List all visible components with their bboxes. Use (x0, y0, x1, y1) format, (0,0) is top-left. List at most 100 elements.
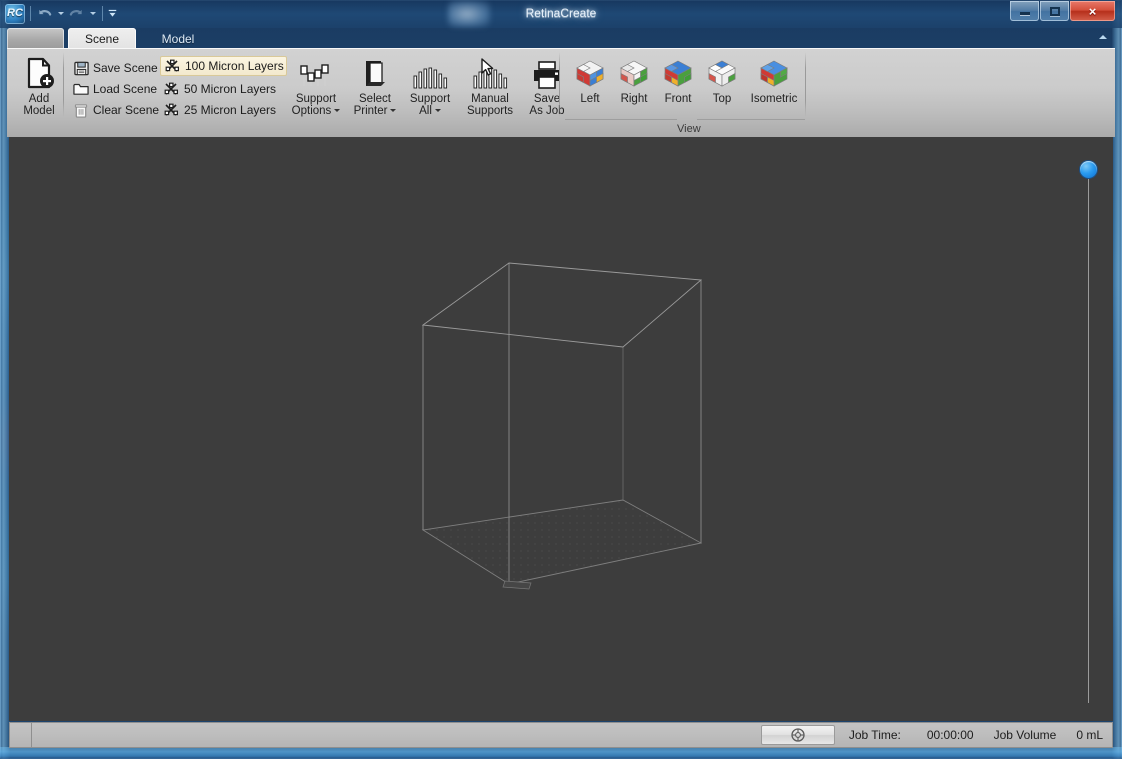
clear-scene-label: Clear Scene (93, 103, 160, 117)
close-icon: × (1088, 3, 1097, 19)
manual-supports-label: Manual Supports (466, 93, 514, 117)
background-blur-artifact (448, 1, 490, 27)
3d-viewport[interactable] (9, 137, 1113, 721)
viewcube-front-icon (661, 56, 695, 90)
close-button[interactable]: × (1070, 1, 1115, 21)
status-bar-info: Job Time: 00:00:00 Job Volume 0 mL (760, 722, 1113, 748)
tab-scene[interactable]: Scene (68, 28, 136, 49)
job-volume-value: 0 mL (1076, 728, 1103, 742)
printer-box-icon (361, 56, 389, 90)
tab-scene-label: Scene (84, 31, 120, 46)
view-right-label: Right (620, 93, 648, 105)
chevron-down-icon[interactable] (390, 109, 397, 113)
rotate-button[interactable] (760, 725, 835, 745)
title-bar[interactable]: RC RetinaCreate × (0, 0, 1122, 39)
maximize-button[interactable] (1040, 1, 1069, 21)
quick-access-toolbar: RC (5, 3, 117, 24)
folder-icon (72, 81, 90, 97)
minimize-button[interactable] (1010, 1, 1039, 21)
maximize-icon (1049, 6, 1060, 16)
viewcube-left-icon (573, 56, 607, 90)
support-all-button[interactable]: Support All (403, 56, 457, 117)
zoom-slider[interactable] (1079, 161, 1099, 706)
save-scene-button[interactable]: Save Scene (69, 58, 158, 78)
support-all-label: Support All (409, 93, 451, 117)
save-icon (72, 60, 90, 76)
undo-dropdown[interactable] (56, 5, 65, 22)
view-isometric-button[interactable]: Isometric (743, 56, 805, 105)
save-as-job-button[interactable]: Save As Job (523, 56, 571, 117)
sliders-icon (299, 56, 333, 90)
save-scene-label: Save Scene (93, 61, 158, 75)
window-controls: × (1009, 1, 1115, 22)
select-printer-label: Select Printer (354, 93, 397, 117)
support-options-label: Support Options (292, 93, 341, 117)
layer-25-micron-button[interactable]: 25 Micron Layers (160, 100, 287, 120)
ribbon-tab-strip: Scene Model (0, 27, 1122, 49)
add-model-button[interactable]: Add Model (10, 56, 68, 117)
layers-icon (163, 102, 181, 118)
job-volume-label: Job Volume (993, 728, 1057, 742)
application-window: RC RetinaCreate × Scene Model Add Model … (0, 0, 1122, 759)
viewcube-isometric-icon (757, 56, 791, 90)
undo-button[interactable] (36, 5, 53, 22)
app-logo-icon[interactable]: RC (5, 3, 25, 24)
add-model-label: Add Model (23, 93, 55, 117)
group-separator-3 (805, 52, 806, 117)
view-right-button[interactable]: Right (611, 56, 657, 105)
chevron-down-icon[interactable] (434, 109, 441, 113)
view-top-label: Top (712, 93, 732, 105)
cursor-supports-icon (468, 56, 512, 90)
tab-blank[interactable] (7, 28, 64, 49)
layer-50-micron-label: 50 Micron Layers (184, 82, 277, 96)
trash-icon (72, 102, 90, 118)
clear-scene-button[interactable]: Clear Scene (69, 100, 159, 120)
status-bar: Job Time: 00:00:00 Job Volume 0 mL (9, 722, 1113, 748)
view-group-underline-left (565, 119, 677, 120)
chevron-down-icon[interactable] (334, 109, 341, 113)
redo-button[interactable] (68, 5, 85, 22)
layer-25-micron-label: 25 Micron Layers (184, 103, 277, 117)
build-plate-grid (423, 500, 701, 584)
tab-model-label: Model (161, 31, 195, 46)
build-plate-front-tab (502, 580, 532, 590)
support-options-button[interactable]: Support Options (285, 56, 347, 117)
job-time-value: 00:00:00 (926, 728, 974, 742)
qat-separator-1 (30, 6, 31, 21)
minimize-icon (1019, 12, 1030, 15)
supports-icon (411, 56, 449, 90)
load-scene-button[interactable]: Load Scene (69, 79, 158, 99)
group-separator-2 (559, 52, 560, 117)
viewcube-top-icon (705, 56, 739, 90)
view-isometric-label: Isometric (750, 93, 798, 105)
zoom-slider-track[interactable] (1088, 175, 1089, 703)
manual-supports-button[interactable]: Manual Supports (457, 56, 523, 117)
select-printer-button[interactable]: Select Printer (347, 56, 403, 117)
chevron-down-icon (57, 12, 64, 15)
view-left-label: Left (580, 93, 600, 105)
view-front-label: Front (664, 93, 692, 105)
layers-icon (164, 58, 182, 74)
view-front-button[interactable]: Front (655, 56, 701, 105)
viewcube-right-icon (617, 56, 651, 90)
chevron-down-bar-icon (108, 9, 117, 17)
tab-model[interactable]: Model (144, 28, 212, 49)
load-scene-label: Load Scene (93, 82, 158, 96)
layer-50-micron-button[interactable]: 50 Micron Layers (160, 79, 287, 99)
window-border-bottom (0, 747, 1122, 759)
redo-dropdown[interactable] (88, 5, 97, 22)
rotate-icon (791, 728, 805, 742)
zoom-slider-handle[interactable] (1080, 161, 1097, 178)
view-top-button[interactable]: Top (699, 56, 745, 105)
layer-100-micron-button[interactable]: 100 Micron Layers (160, 56, 287, 76)
status-bar-grip (9, 722, 32, 748)
chevron-down-icon (89, 12, 96, 15)
build-volume-top-face (421, 262, 703, 348)
ribbon: Add Model Save Scene Load Scene Clear Sc… (7, 48, 1115, 137)
build-volume-wireframe (421, 262, 703, 590)
view-left-button[interactable]: Left (567, 56, 613, 105)
view-group-label: View (677, 123, 701, 135)
add-model-icon (23, 56, 55, 90)
group-separator-1 (63, 52, 64, 117)
customize-quick-access-toolbar[interactable] (108, 5, 117, 22)
